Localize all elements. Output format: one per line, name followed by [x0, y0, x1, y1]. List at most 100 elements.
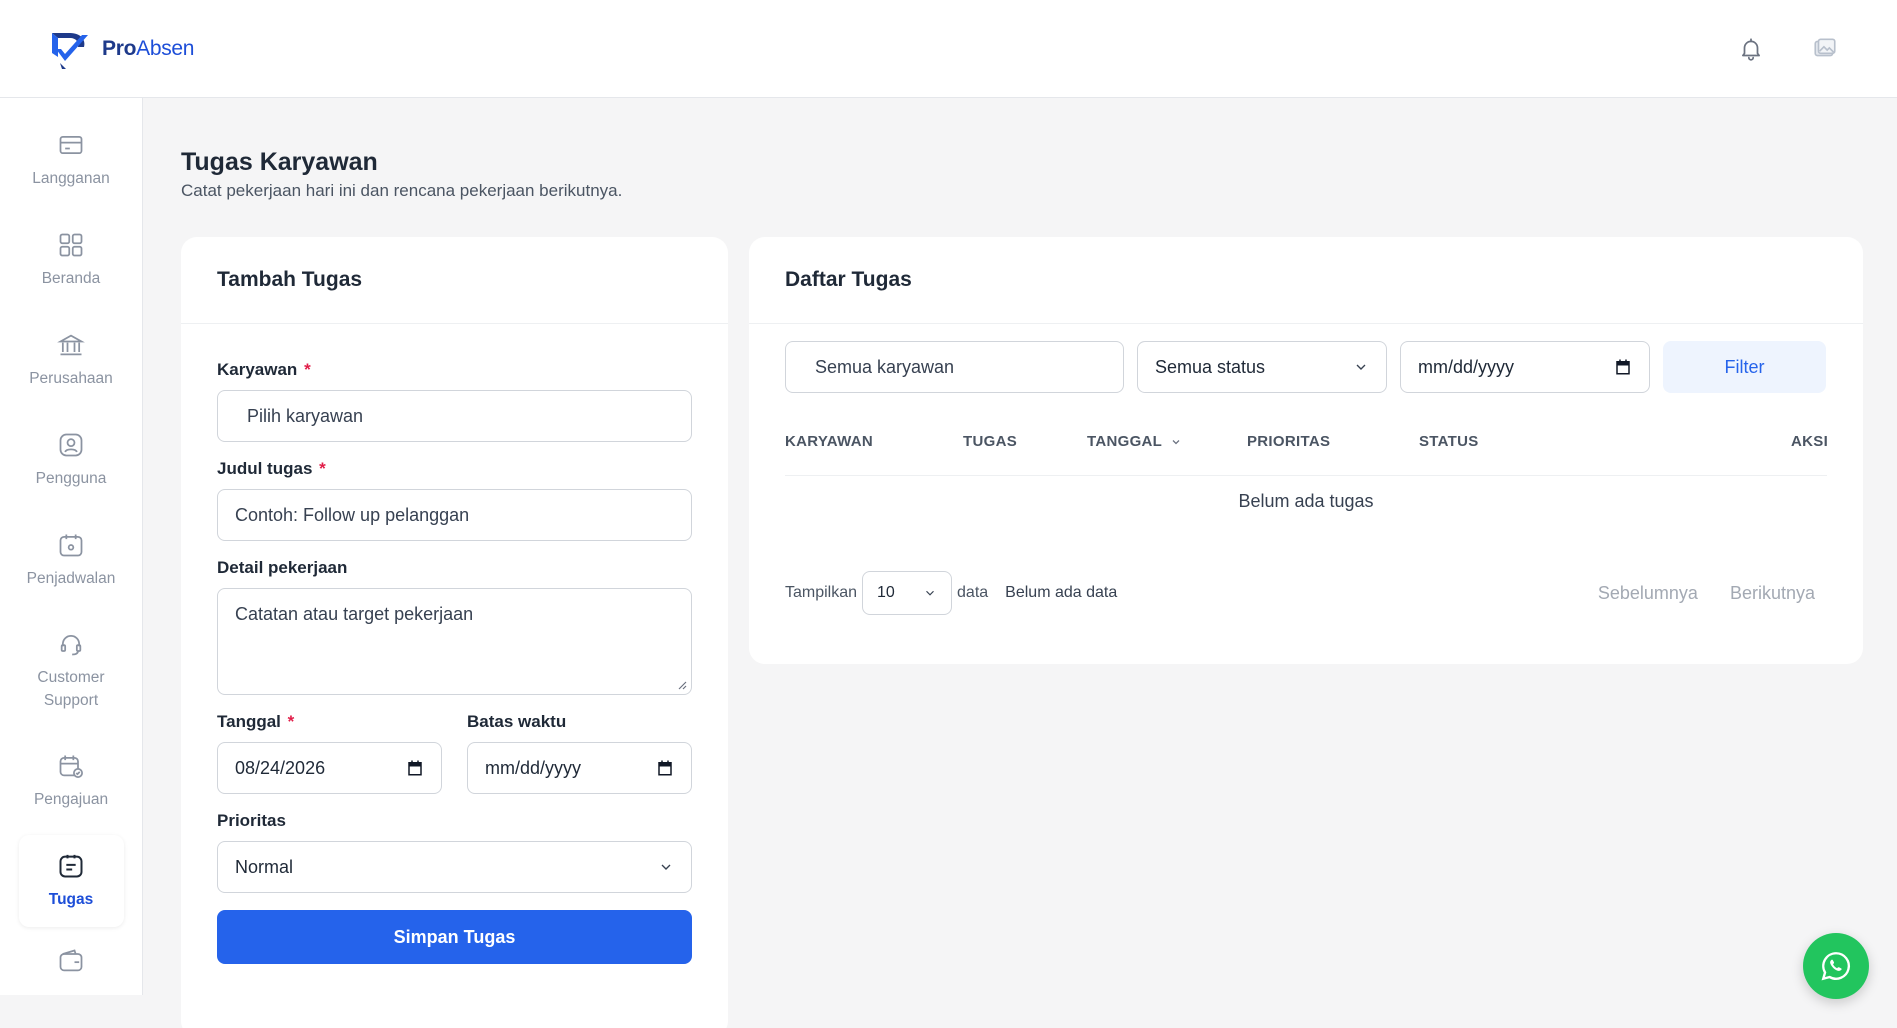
- calendar-picker-icon[interactable]: [406, 759, 424, 777]
- required-mark: *: [319, 459, 326, 478]
- sidebar-item-label: Pengguna: [35, 469, 107, 487]
- calendar-picker-icon[interactable]: [1614, 358, 1632, 376]
- add-task-title: Tambah Tugas: [181, 237, 728, 324]
- chevron-down-icon: [926, 590, 934, 596]
- bank-icon: [57, 334, 85, 355]
- date-row: Tanggal * 08/24/2026 Batas waktu mm/dd/y…: [217, 712, 692, 811]
- deadline-label: Batas waktu: [467, 712, 567, 731]
- col-tugas[interactable]: TUGAS: [963, 433, 1017, 450]
- required-mark: *: [304, 360, 311, 379]
- sidebar-item-label: Beranda: [41, 269, 101, 287]
- employee-select-placeholder: Pilih karyawan: [247, 405, 364, 426]
- brand-light: Absen: [136, 36, 195, 60]
- chevron-down-icon: [1356, 364, 1366, 370]
- task-title-label: Judul tugas *: [217, 459, 692, 479]
- credit-card-icon: [59, 135, 83, 154]
- deadline-value: mm/dd/yyyy: [485, 757, 582, 778]
- date-input[interactable]: 08/24/2026: [217, 742, 442, 794]
- date-col: Tanggal * 08/24/2026: [217, 712, 442, 811]
- sidebar-item-beranda[interactable]: Beranda: [19, 214, 124, 306]
- sidebar-item-langganan[interactable]: Langganan: [19, 114, 124, 206]
- detail-textarea[interactable]: Catatan atau target pekerjaan: [217, 588, 692, 695]
- deadline-col: Batas waktu mm/dd/yyyy: [467, 712, 692, 811]
- pagination: Tampilkan 10 data Belum ada data Sebelum…: [785, 571, 1827, 615]
- filter-bar: Semua karyawan Semua status mm/dd/yyyy F…: [785, 341, 1826, 393]
- page-subtitle: Catat pekerjaan hari ini dan rencana pek…: [181, 181, 623, 200]
- wallet-icon: [59, 949, 83, 972]
- priority-value: Normal: [235, 856, 294, 877]
- add-task-form: Karyawan * Pilih karyawan Judul tugas * …: [181, 324, 728, 964]
- sidebar-item-wallet[interactable]: [19, 935, 124, 987]
- sidebar-item-label: Tugas: [48, 890, 94, 908]
- sidebar-item-pengguna[interactable]: Pengguna: [19, 414, 124, 506]
- table-header: KARYAWAN TUGAS TANGGAL PRIORITAS STATUS …: [785, 433, 1829, 476]
- employee-filter-value: Semua karyawan: [815, 356, 955, 377]
- employee-label: Karyawan *: [217, 360, 692, 380]
- sidebar-item-tugas[interactable]: Tugas: [18, 835, 124, 927]
- date-filter-input[interactable]: mm/dd/yyyy: [1400, 341, 1650, 393]
- employee-filter-input[interactable]: Semua karyawan: [785, 341, 1124, 393]
- employee-select[interactable]: Pilih karyawan: [217, 390, 692, 442]
- sidebar-item-label: Langganan: [32, 169, 110, 187]
- next-page-button[interactable]: Berikutnya: [1730, 583, 1815, 604]
- filter-button[interactable]: Filter: [1663, 341, 1826, 393]
- task-list-title: Daftar Tugas: [749, 237, 1863, 324]
- priority-label: Prioritas: [217, 811, 286, 830]
- priority-select[interactable]: Normal: [217, 841, 692, 893]
- app-logo[interactable]: ProAbsen: [48, 27, 194, 71]
- sidebar-item-perusahaan[interactable]: Perusahaan: [19, 314, 124, 406]
- required-mark: *: [287, 712, 295, 731]
- bell-icon[interactable]: [1737, 35, 1765, 63]
- calendar-icon: [59, 534, 83, 556]
- sidebar-item-label: Perusahaan: [29, 369, 113, 387]
- pagination-nav: Sebelumnya Berikutnya: [1598, 583, 1827, 604]
- col-status[interactable]: STATUS: [1419, 433, 1479, 450]
- page-size-select[interactable]: 10: [862, 571, 953, 615]
- sidebar-item-label: Pengajuan: [33, 790, 109, 808]
- employee-label-text: Karyawan: [217, 360, 298, 379]
- grid-icon: [59, 233, 83, 256]
- task-title-placeholder: Contoh: Follow up pelanggan: [235, 504, 470, 525]
- sidebar-item-label: Penjadwalan: [26, 569, 116, 587]
- col-tanggal[interactable]: TANGGAL: [1087, 433, 1182, 450]
- sort-chevron-down-icon[interactable]: [1170, 436, 1182, 448]
- pagination-info: Belum ada data: [1005, 584, 1118, 601]
- col-aksi: AKSI: [1791, 433, 1829, 450]
- page-title: Tugas Karyawan: [181, 148, 378, 176]
- status-filter-select[interactable]: Semua status: [1137, 341, 1387, 393]
- brand-name: ProAbsen: [102, 37, 194, 61]
- image-icon[interactable]: [1811, 35, 1839, 63]
- user-icon: [59, 433, 83, 456]
- resize-grip-icon[interactable]: [677, 680, 687, 690]
- date-value: 08/24/2026: [235, 757, 326, 778]
- calendar-picker-icon[interactable]: [656, 759, 674, 777]
- col-prioritas[interactable]: PRIORITAS: [1247, 433, 1330, 450]
- save-task-button[interactable]: Simpan Tugas: [217, 910, 692, 964]
- col-karyawan[interactable]: KARYAWAN: [785, 433, 873, 450]
- prev-page-button[interactable]: Sebelumnya: [1598, 583, 1698, 604]
- page-size-value: 10: [877, 584, 895, 601]
- whatsapp-button[interactable]: [1803, 933, 1869, 999]
- header-actions: [1737, 35, 1849, 63]
- proabsen-logo-icon: [52, 32, 88, 69]
- status-filter-value: Semua status: [1155, 356, 1266, 377]
- data-label: data: [957, 584, 989, 601]
- add-task-card: Tambah Tugas Karyawan * Pilih karyawan J…: [181, 237, 728, 1028]
- sidebar-item-pengajuan[interactable]: Pengajuan: [19, 735, 124, 827]
- date-filter-value: mm/dd/yyyy: [1418, 356, 1515, 377]
- task-icon: [59, 854, 83, 877]
- headset-icon: [60, 634, 82, 655]
- date-label-text: Tanggal: [217, 712, 281, 731]
- top-header: ProAbsen: [0, 0, 1897, 98]
- sidebar-item-customer-support[interactable]: Customer Support: [19, 614, 124, 727]
- sidebar-item-penjadwalan[interactable]: Penjadwalan: [19, 514, 124, 606]
- date-label: Tanggal *: [217, 712, 442, 732]
- detail-label: Detail pekerjaan: [217, 558, 348, 577]
- brand-bold: Pro: [102, 36, 137, 60]
- chevron-down-icon: [661, 864, 671, 870]
- whatsapp-icon: [1821, 952, 1851, 981]
- sidebar-item-label: Customer Support: [37, 668, 105, 709]
- task-title-input[interactable]: Contoh: Follow up pelanggan: [217, 489, 692, 541]
- deadline-input[interactable]: mm/dd/yyyy: [467, 742, 692, 794]
- task-list-card: Daftar Tugas Semua karyawan Semua status…: [749, 237, 1863, 664]
